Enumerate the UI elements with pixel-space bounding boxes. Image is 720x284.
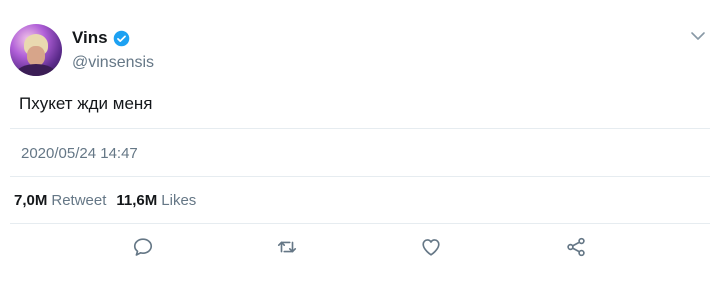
user-names: Vins @vinsensis: [72, 28, 154, 72]
like-button[interactable]: [420, 236, 444, 260]
avatar[interactable]: [10, 24, 62, 76]
display-name[interactable]: Vins: [72, 28, 108, 48]
chevron-down-icon[interactable]: [690, 28, 706, 44]
tweet-header: Vins @vinsensis: [10, 24, 154, 76]
tweet-text: Пхукет жди меня: [19, 94, 153, 113]
action-bar: [0, 236, 720, 264]
tweet-stats: 7,0M Retweet 11,6M Likes: [14, 192, 196, 209]
reply-icon: [133, 238, 153, 256]
retweet-button[interactable]: [276, 236, 300, 260]
reply-button[interactable]: [132, 236, 156, 260]
divider: [10, 128, 710, 129]
share-icon: [567, 237, 585, 257]
retweet-count[interactable]: 7,0M: [14, 192, 47, 209]
share-button[interactable]: [565, 236, 589, 260]
like-count[interactable]: 11,6M: [116, 192, 157, 209]
tweet-timestamp[interactable]: 2020/05/24 14:47: [21, 145, 138, 162]
divider: [10, 176, 710, 177]
retweet-label[interactable]: Retweet: [51, 192, 106, 209]
like-icon: [422, 239, 440, 256]
verified-badge-icon: [113, 30, 129, 46]
avatar-face: [27, 46, 45, 66]
user-handle[interactable]: @vinsensis: [72, 54, 154, 72]
like-label[interactable]: Likes: [161, 192, 196, 209]
divider: [10, 223, 710, 224]
avatar-shoulder: [16, 64, 56, 76]
retweet-icon: [277, 241, 297, 253]
name-row: Vins: [72, 28, 154, 48]
